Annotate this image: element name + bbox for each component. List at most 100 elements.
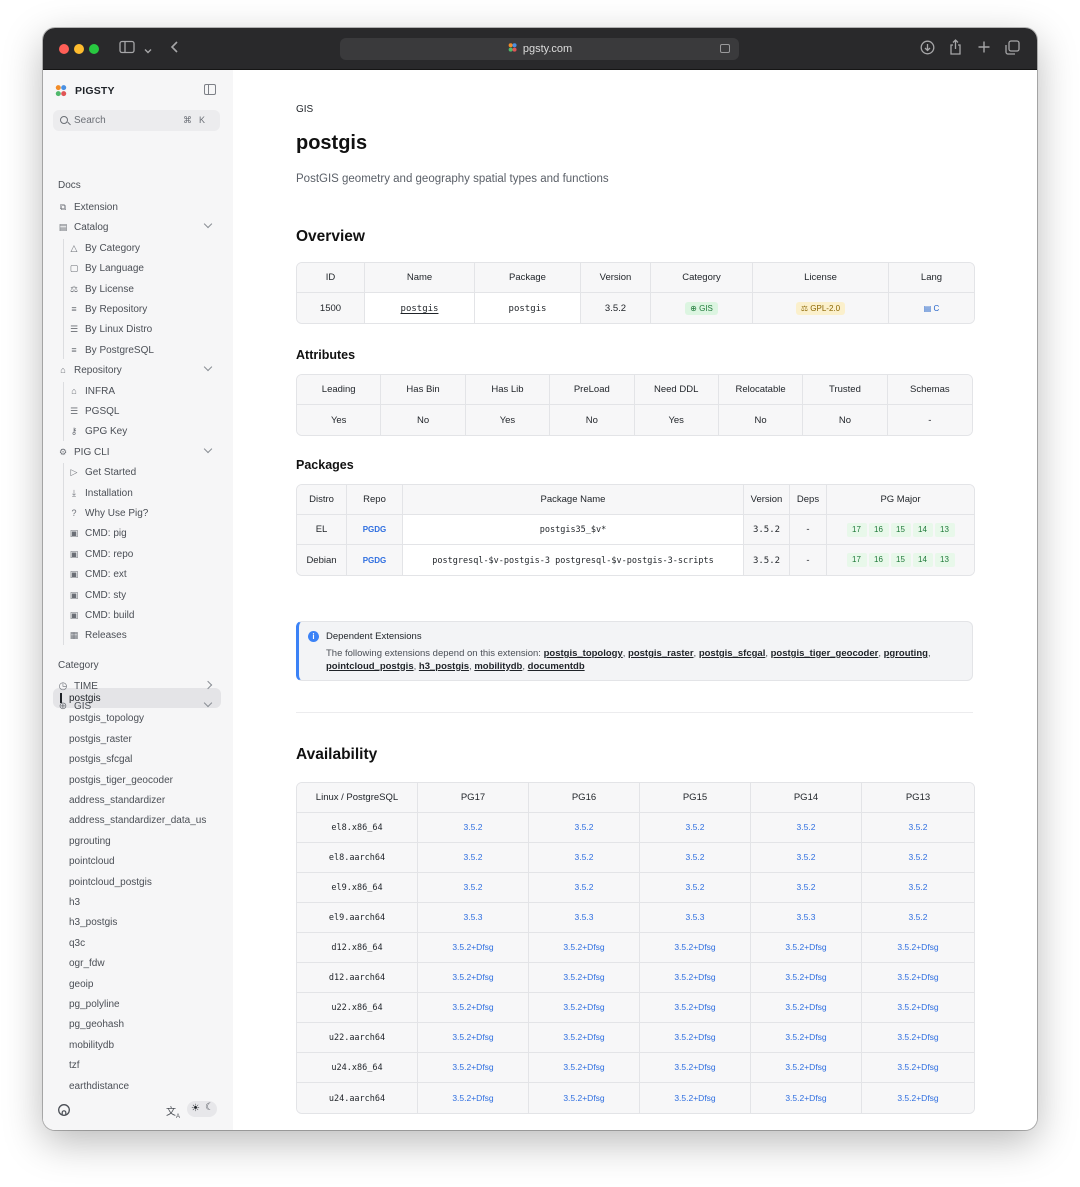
- availability-version-link[interactable]: 3.5.2: [575, 852, 594, 862]
- sidebar-item-h3[interactable]: h3: [69, 893, 80, 911]
- availability-version-link[interactable]: 3.5.2+Dfsg: [785, 1062, 826, 1072]
- sidebar-item-postgis-tiger-geocoder[interactable]: postgis_tiger_geocoder: [69, 771, 173, 789]
- zoom-window-button[interactable]: [89, 44, 99, 54]
- pg-major-badge[interactable]: 14: [912, 522, 933, 537]
- sidebar-item-postgis[interactable]: postgis: [69, 689, 101, 707]
- pg-major-badge[interactable]: 17: [846, 553, 867, 567]
- availability-version-link[interactable]: 3.5.2+Dfsg: [563, 1093, 604, 1103]
- availability-version-link[interactable]: 3.5.3: [575, 912, 594, 922]
- sidebar-item-repository[interactable]: ⌂ Repository: [58, 361, 213, 379]
- availability-version-link[interactable]: 3.5.2+Dfsg: [897, 1002, 938, 1012]
- sidebar-item-cmd-build[interactable]: ▣ CMD: build: [69, 606, 135, 624]
- brand-logo[interactable]: PIGSTY: [54, 83, 115, 99]
- sidebar-item-cmd-ext[interactable]: ▣ CMD: ext: [69, 565, 127, 583]
- availability-version-link[interactable]: 3.5.2+Dfsg: [452, 972, 493, 982]
- availability-version-link[interactable]: 3.5.2+Dfsg: [785, 1093, 826, 1103]
- sidebar-item-h3-postgis[interactable]: h3_postgis: [69, 913, 117, 931]
- theme-toggle[interactable]: ☀ ☾: [187, 1101, 217, 1117]
- dependent-extension-link[interactable]: pointcloud_postgis: [326, 661, 414, 672]
- sidebar-item-cmd-repo[interactable]: ▣ CMD: repo: [69, 545, 134, 563]
- sidebar-item-by-language[interactable]: ▢ By Language: [69, 259, 144, 277]
- availability-version-link[interactable]: 3.5.2+Dfsg: [452, 1032, 493, 1042]
- share-icon[interactable]: [949, 39, 962, 59]
- sidebar-item-address-standardizer[interactable]: address_standardizer: [69, 791, 165, 809]
- sidebar-item-pointcloud-postgis[interactable]: pointcloud_postgis: [69, 873, 152, 891]
- sidebar-item-get-started[interactable]: ▷ Get Started: [69, 463, 137, 481]
- category-badge[interactable]: ⊕ GIS: [685, 301, 718, 315]
- sidebar-item-pig-cli[interactable]: ⚙ PIG CLI: [58, 443, 213, 461]
- pg-major-badge[interactable]: 15: [890, 522, 911, 537]
- sidebar-toggle-icon[interactable]: [119, 40, 135, 58]
- sidebar-item-catalog[interactable]: ▤ Catalog: [58, 218, 213, 236]
- new-tab-icon[interactable]: [977, 40, 991, 58]
- availability-version-link[interactable]: 3.5.2: [575, 822, 594, 832]
- availability-version-link[interactable]: 3.5.3: [464, 912, 483, 922]
- sidebar-item-pg-polyline[interactable]: pg_polyline: [69, 995, 120, 1013]
- collapse-sidebar-icon[interactable]: [204, 84, 216, 95]
- availability-version-link[interactable]: 3.5.2+Dfsg: [785, 1032, 826, 1042]
- address-bar[interactable]: pgsty.com: [340, 38, 739, 60]
- pg-major-badge[interactable]: 13: [934, 553, 955, 567]
- availability-version-link[interactable]: 3.5.2+Dfsg: [452, 1062, 493, 1072]
- availability-version-link[interactable]: 3.5.2+Dfsg: [897, 942, 938, 952]
- chevron-down-icon[interactable]: [203, 219, 213, 229]
- availability-version-link[interactable]: 3.5.2+Dfsg: [674, 942, 715, 952]
- translate-icon[interactable]: 文A: [166, 1103, 180, 1120]
- availability-version-link[interactable]: 3.5.2+Dfsg: [674, 1032, 715, 1042]
- availability-version-link[interactable]: 3.5.2+Dfsg: [674, 1002, 715, 1012]
- breadcrumb[interactable]: GIS: [296, 104, 313, 115]
- availability-version-link[interactable]: 3.5.2: [909, 852, 928, 862]
- availability-version-link[interactable]: 3.5.2: [464, 882, 483, 892]
- sidebar-item-pgsql[interactable]: ☰ PGSQL: [69, 402, 120, 420]
- sidebar-item-by-postgresql[interactable]: ≡ By PostgreSQL: [69, 341, 154, 359]
- dependent-extension-link[interactable]: documentdb: [528, 661, 585, 672]
- sidebar-item-releases[interactable]: ▦ Releases: [69, 626, 127, 644]
- availability-version-link[interactable]: 3.5.2+Dfsg: [785, 972, 826, 982]
- availability-version-link[interactable]: 3.5.3: [797, 912, 816, 922]
- chevron-down-icon[interactable]: [144, 41, 152, 59]
- availability-version-link[interactable]: 3.5.2+Dfsg: [674, 1062, 715, 1072]
- availability-version-link[interactable]: 3.5.2+Dfsg: [563, 972, 604, 982]
- sidebar-item-cmd-pig[interactable]: ▣ CMD: pig: [69, 524, 127, 542]
- pg-major-badge[interactable]: 16: [868, 522, 889, 537]
- github-icon[interactable]: [58, 1104, 70, 1119]
- availability-version-link[interactable]: 3.5.2: [464, 852, 483, 862]
- sidebar-item-by-license[interactable]: ⚖ By License: [69, 280, 134, 298]
- back-icon[interactable]: [170, 40, 180, 58]
- availability-version-link[interactable]: 3.5.2+Dfsg: [452, 942, 493, 952]
- availability-version-link[interactable]: 3.5.2+Dfsg: [897, 1062, 938, 1072]
- sidebar-item-installation[interactable]: ⤓ Installation: [69, 484, 133, 502]
- availability-version-link[interactable]: 3.5.2: [464, 822, 483, 832]
- sidebar-item-mobilitydb[interactable]: mobilitydb: [69, 1036, 114, 1054]
- sidebar-item-pointcloud[interactable]: pointcloud: [69, 852, 115, 870]
- sidebar-item-by-category[interactable]: △ By Category: [69, 239, 141, 257]
- availability-version-link[interactable]: 3.5.2+Dfsg: [897, 1093, 938, 1103]
- sidebar-item-tzf[interactable]: tzf: [69, 1056, 80, 1074]
- license-badge[interactable]: ⚖ GPL-2.0: [795, 301, 846, 315]
- availability-version-link[interactable]: 3.5.2+Dfsg: [563, 1062, 604, 1072]
- pg-major-badge[interactable]: 14: [912, 553, 933, 567]
- dependent-extension-link[interactable]: pgrouting: [884, 648, 928, 659]
- sidebar-item-infra[interactable]: ⌂ INFRA: [69, 382, 115, 400]
- sidebar-item-cmd-sty[interactable]: ▣ CMD: sty: [69, 586, 126, 604]
- chevron-down-icon[interactable]: [203, 444, 213, 454]
- availability-version-link[interactable]: 3.5.2: [575, 882, 594, 892]
- pg-major-badge[interactable]: 17: [846, 522, 867, 537]
- sidebar-item-geoip[interactable]: geoip: [69, 975, 93, 993]
- availability-version-link[interactable]: 3.5.2+Dfsg: [897, 972, 938, 982]
- overview-name-link[interactable]: postgis: [365, 293, 475, 323]
- availability-version-link[interactable]: 3.5.2+Dfsg: [674, 972, 715, 982]
- availability-version-link[interactable]: 3.5.2: [909, 912, 928, 922]
- dependent-extension-link[interactable]: postgis_topology: [544, 648, 623, 659]
- dependent-extension-link[interactable]: mobilitydb: [474, 661, 522, 672]
- sidebar-item-ogr-fdw[interactable]: ogr_fdw: [69, 954, 105, 972]
- availability-version-link[interactable]: 3.5.2: [909, 822, 928, 832]
- sidebar-item-pg-geohash[interactable]: pg_geohash: [69, 1015, 124, 1033]
- overview-name[interactable]: postgis: [401, 304, 439, 314]
- availability-version-link[interactable]: 3.5.2: [686, 822, 705, 832]
- lang-badge[interactable]: ▤ C: [919, 302, 945, 315]
- availability-version-link[interactable]: 3.5.2+Dfsg: [674, 1093, 715, 1103]
- sidebar-item-postgis-raster[interactable]: postgis_raster: [69, 730, 132, 748]
- dependent-extension-link[interactable]: postgis_raster: [628, 648, 693, 659]
- availability-version-link[interactable]: 3.5.2+Dfsg: [785, 1002, 826, 1012]
